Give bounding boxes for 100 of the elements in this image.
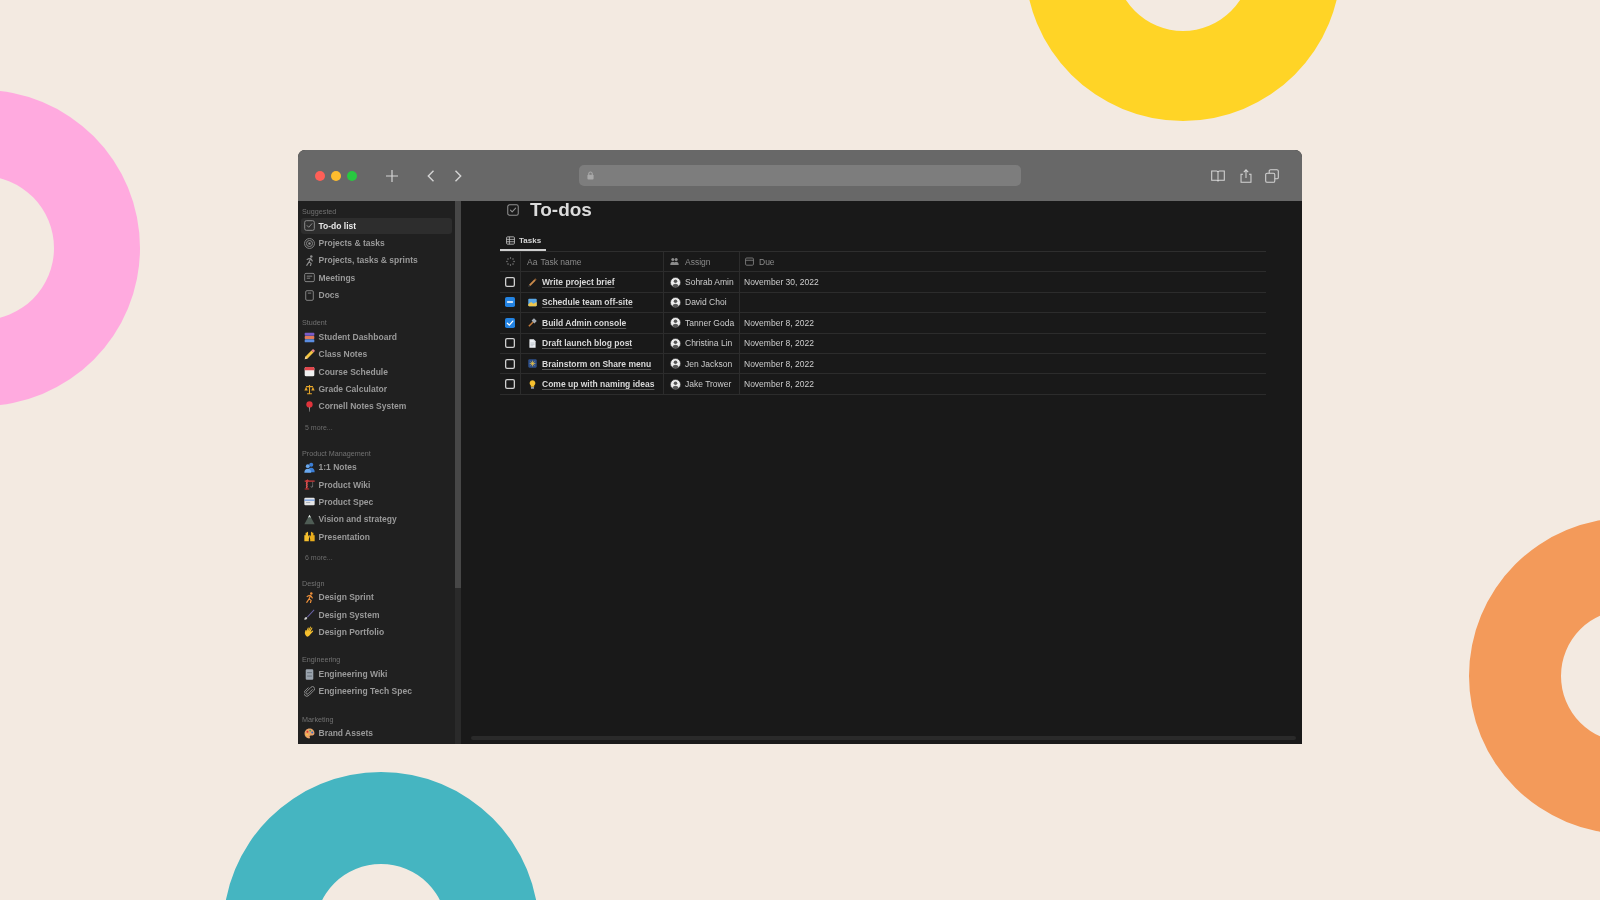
paintbrush-icon (303, 609, 315, 621)
assignee-name: Jake Trower (685, 379, 732, 390)
checkbox-icon (507, 204, 519, 216)
calendar-icon (303, 366, 315, 378)
plus-icon[interactable] (386, 169, 398, 182)
document-icon (528, 338, 537, 348)
sidebar-item[interactable]: Cornell Notes System (301, 398, 452, 415)
hammer-icon (528, 318, 537, 328)
crane-icon (303, 479, 315, 491)
task-checkbox[interactable] (505, 338, 515, 349)
sidebar-item[interactable]: Vision and strategy (301, 511, 452, 528)
column-label: Assign (685, 256, 711, 267)
pushpin-icon (303, 400, 315, 412)
column-label: Task name (540, 256, 582, 267)
book-icon[interactable] (1211, 168, 1225, 183)
chevron-right-icon[interactable] (454, 169, 462, 182)
column-label: Due (759, 256, 775, 267)
raised-hands-icon (303, 531, 315, 543)
task-checkbox[interactable] (505, 317, 515, 328)
palette-icon (303, 727, 315, 739)
task-link[interactable]: Brainstorm on Share menu (542, 358, 652, 369)
task-link[interactable]: Write project brief (542, 277, 615, 288)
sidebar-item[interactable]: Projects & tasks (301, 235, 452, 252)
tabs-icon[interactable] (1265, 168, 1279, 183)
zoom-window-icon[interactable] (347, 170, 357, 181)
avatar-icon (670, 317, 681, 329)
assignee-name: David Choi (685, 297, 727, 308)
pencil-icon (303, 348, 315, 360)
sidebar-item[interactable]: Brand Assets (301, 725, 452, 742)
books-icon (303, 331, 315, 343)
lightbulb-icon (528, 379, 537, 389)
avatar-icon (670, 296, 681, 308)
sidebar-item[interactable]: Class Notes (301, 346, 452, 363)
address-field[interactable] (579, 165, 1021, 186)
sidebar-item[interactable]: Product Wiki (301, 476, 452, 493)
assignee-name: Sohrab Amin (685, 277, 734, 288)
task-checkbox[interactable] (505, 358, 515, 369)
sidebar-item[interactable]: Engineering Tech Spec (301, 683, 452, 700)
task-link[interactable]: Schedule team off-site (542, 297, 633, 308)
document-icon (303, 289, 315, 301)
sidebar-item[interactable]: Product Spec (301, 493, 452, 510)
avatar-icon (670, 378, 681, 390)
lock-icon (587, 171, 594, 180)
paperclip-icon (303, 685, 315, 697)
assignee-name: Christina Lin (685, 338, 733, 349)
landscape-icon (528, 297, 537, 307)
sidebar-item[interactable]: To-do list (301, 217, 452, 234)
avatar-icon (670, 276, 681, 288)
due-date: November 8, 2022 (744, 358, 814, 369)
mountain-icon (303, 513, 315, 525)
due-date: November 8, 2022 (744, 338, 814, 349)
target-icon (303, 237, 315, 249)
sidebar-item[interactable]: Grade Calculator (301, 381, 452, 398)
card-icon (303, 496, 315, 508)
sidebar-item[interactable]: Presentation (301, 528, 452, 545)
people-icon (303, 461, 315, 473)
note-icon (303, 272, 315, 284)
sidebar-item[interactable]: Projects, tasks & sprints (301, 252, 452, 269)
sidebar-item[interactable]: Meetings (301, 269, 452, 286)
sidebar-item[interactable]: Design Sprint (301, 589, 452, 606)
task-checkbox[interactable] (505, 297, 515, 308)
avatar-icon (670, 358, 681, 370)
table-icon (506, 235, 515, 245)
text-type-glyph: Aa (527, 256, 538, 267)
sidebar-item[interactable]: Docs (301, 287, 452, 304)
checkbox-icon (303, 220, 315, 232)
due-date: November 8, 2022 (744, 317, 814, 328)
task-checkbox[interactable] (505, 379, 515, 390)
calendar-icon (745, 257, 754, 267)
scales-icon (303, 383, 315, 395)
pen-icon (528, 277, 537, 287)
close-window-icon[interactable] (315, 170, 325, 181)
assignee-name: Tanner Goda (685, 317, 735, 328)
task-link[interactable]: Build Admin console (542, 317, 627, 328)
people-icon (670, 257, 679, 267)
page-title: To-dos (530, 201, 592, 219)
sidebar-item[interactable]: Course Schedule (301, 363, 452, 380)
file-cabinet-icon (303, 668, 315, 680)
due-date: November 8, 2022 (744, 379, 814, 390)
scrollbar-thumb[interactable] (455, 201, 461, 588)
runner-icon (303, 254, 315, 266)
task-link[interactable]: Come up with naming ideas (542, 379, 655, 390)
chevron-left-icon[interactable] (427, 169, 435, 182)
view-tab[interactable]: Tasks (500, 231, 547, 251)
waving-hand-icon (303, 626, 315, 638)
runner-icon (303, 591, 315, 603)
fireworks-icon (528, 359, 537, 369)
task-checkbox[interactable] (505, 277, 515, 288)
sidebar-item[interactable]: Design Portfolio (301, 623, 452, 640)
assignee-name: Jen Jackson (685, 358, 733, 369)
sidebar-item[interactable]: Student Dashboard (301, 329, 452, 346)
avatar-icon (670, 337, 681, 349)
sidebar-item[interactable]: 1:1 Notes (301, 459, 452, 476)
due-date: November 30, 2022 (744, 277, 819, 288)
sidebar-item[interactable]: Design System (301, 606, 452, 623)
task-link[interactable]: Draft launch blog post (542, 338, 633, 349)
minimize-window-icon[interactable] (331, 170, 341, 181)
sidebar-item[interactable]: Engineering Wiki (301, 666, 452, 682)
share-icon[interactable] (1240, 168, 1252, 183)
dotted-circle-icon (505, 257, 515, 267)
